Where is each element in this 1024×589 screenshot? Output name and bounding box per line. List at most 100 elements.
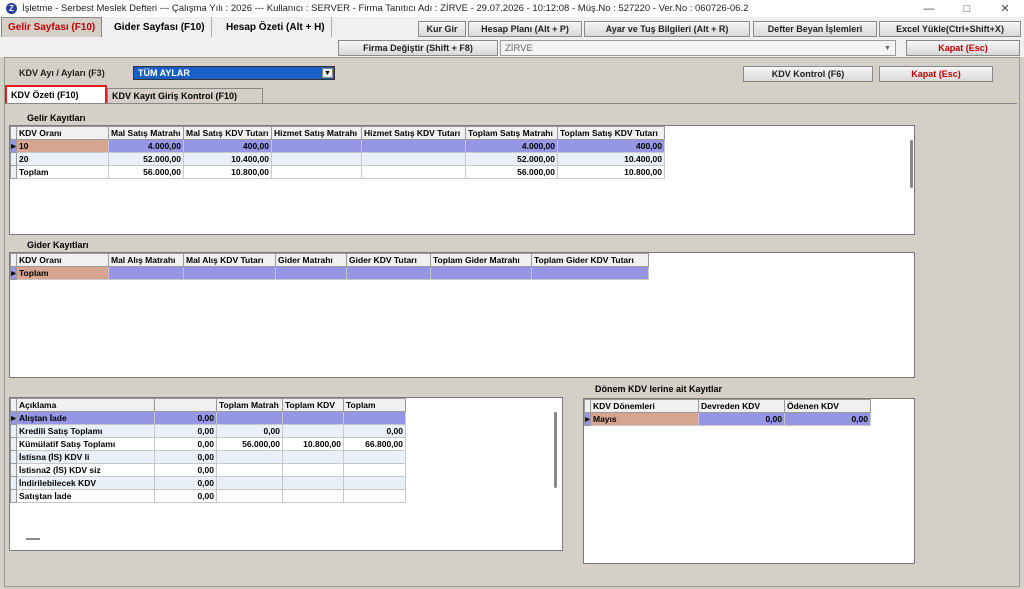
column-header[interactable]: KDV Oranı	[16, 126, 109, 140]
column-header[interactable]	[154, 398, 217, 412]
table-row[interactable]: İstisna2 (İS) KDV siz 0,00	[10, 463, 406, 477]
table-cell[interactable]	[282, 450, 344, 464]
table-cell[interactable]: 10.800,00	[282, 437, 344, 451]
table-cell[interactable]: Kredili Satış Toplamı	[16, 424, 155, 438]
donem-grid[interactable]: KDV Dönemleri Devreden KDV Ödenen KDV ▶ …	[583, 398, 915, 564]
kdv-kontrol-button[interactable]: KDV Kontrol (F6)	[743, 66, 873, 82]
table-cell[interactable]: 0,00	[154, 489, 217, 503]
ayar-tus-bilgileri-button[interactable]: Ayar ve Tuş Bilgileri (Alt + R)	[584, 21, 750, 37]
table-cell[interactable]	[361, 165, 466, 179]
table-cell[interactable]: Toplam	[16, 266, 109, 280]
table-row[interactable]: ▶ Toplam	[10, 266, 649, 280]
table-row[interactable]: Kredili Satış Toplamı 0,00 0,00 0,00	[10, 424, 406, 438]
table-cell[interactable]: Alıştan İade	[16, 411, 155, 425]
table-cell[interactable]: 0,00	[154, 411, 217, 425]
table-cell[interactable]	[275, 266, 347, 280]
table-cell[interactable]: 0,00	[784, 412, 871, 426]
table-cell[interactable]	[216, 450, 283, 464]
column-header[interactable]: Toplam Satış KDV Tutarı	[557, 126, 665, 140]
tab-gelir-sayfasi[interactable]: Gelir Sayfası (F10)	[1, 17, 103, 37]
table-cell[interactable]	[271, 165, 362, 179]
gelir-scrollbar[interactable]	[910, 140, 913, 188]
defter-beyan-button[interactable]: Defter Beyan İşlemleri	[753, 21, 877, 37]
table-row[interactable]: Toplam 56.000,00 10.800,00 56.000,00 10.…	[10, 165, 665, 179]
table-cell[interactable]: 66.800,00	[343, 437, 406, 451]
gelir-grid[interactable]: KDV Oranı Mal Satış Matrahı Mal Satış KD…	[9, 125, 915, 235]
table-cell[interactable]	[343, 450, 406, 464]
tab-kdv-kayit-giris-kontrol[interactable]: KDV Kayıt Giriş Kontrol (F10)	[107, 88, 263, 103]
column-header[interactable]: Mal Alış KDV Tutarı	[183, 253, 276, 267]
ozet-vertical-scrollbar[interactable]	[554, 412, 557, 488]
table-row[interactable]: Satıştan İade 0,00	[10, 489, 406, 503]
table-cell[interactable]: 0,00	[154, 476, 217, 490]
table-cell[interactable]	[183, 266, 276, 280]
column-header[interactable]: Toplam Gider Matrahı	[430, 253, 532, 267]
maximize-button[interactable]: □	[948, 0, 986, 17]
table-cell[interactable]: 0,00	[154, 463, 217, 477]
table-cell[interactable]	[430, 266, 532, 280]
gider-grid[interactable]: KDV Oranı Mal Alış Matrahı Mal Alış KDV …	[9, 252, 915, 378]
table-cell[interactable]	[361, 152, 466, 166]
table-cell[interactable]: 0,00	[154, 424, 217, 438]
tab-gider-sayfasi[interactable]: Gider Sayfası (F10)	[108, 17, 212, 37]
table-cell[interactable]: 56.000,00	[465, 165, 558, 179]
table-cell[interactable]	[282, 411, 344, 425]
column-header[interactable]: Açıklama	[16, 398, 155, 412]
table-row[interactable]: 20 52.000,00 10.400,00 52.000,00 10.400,…	[10, 152, 665, 166]
table-cell[interactable]: Toplam	[16, 165, 109, 179]
table-cell[interactable]	[216, 411, 283, 425]
column-header[interactable]: Toplam KDV	[282, 398, 344, 412]
table-cell[interactable]: 10.800,00	[183, 165, 272, 179]
table-cell[interactable]: İndirilebilecek KDV	[16, 476, 155, 490]
ozet-grid[interactable]: Açıklama Toplam Matrah Toplam KDV Toplam…	[9, 397, 563, 551]
column-header[interactable]: Toplam	[343, 398, 406, 412]
table-cell[interactable]	[343, 411, 406, 425]
table-cell[interactable]	[531, 266, 649, 280]
table-cell[interactable]: 56.000,00	[108, 165, 184, 179]
column-header[interactable]: Gider Matrahı	[275, 253, 347, 267]
table-cell[interactable]: Mayıs	[590, 412, 699, 426]
table-row[interactable]: ▶ Alıştan İade 0,00	[10, 411, 406, 425]
table-cell[interactable]: 56.000,00	[216, 437, 283, 451]
table-cell[interactable]: 10	[16, 139, 109, 153]
table-cell[interactable]: 0,00	[216, 424, 283, 438]
table-cell[interactable]	[271, 152, 362, 166]
month-select[interactable]: TÜM AYLAR ▼	[133, 66, 335, 80]
table-cell[interactable]	[282, 489, 344, 503]
table-row[interactable]: İstisna (İS) KDV li 0,00	[10, 450, 406, 464]
table-cell[interactable]	[282, 463, 344, 477]
table-cell[interactable]: 20	[16, 152, 109, 166]
column-header[interactable]: Mal Alış Matrahı	[108, 253, 184, 267]
table-cell[interactable]	[216, 489, 283, 503]
column-header[interactable]: KDV Dönemleri	[590, 399, 699, 413]
kur-gir-button[interactable]: Kur Gir	[418, 21, 466, 37]
column-header[interactable]: Devreden KDV	[698, 399, 785, 413]
table-cell[interactable]	[216, 463, 283, 477]
firma-select[interactable]: ZİRVE ▼	[500, 40, 896, 56]
table-cell[interactable]: Satıştan İade	[16, 489, 155, 503]
table-cell[interactable]: 0,00	[154, 437, 217, 451]
table-cell[interactable]: 400,00	[183, 139, 272, 153]
table-row[interactable]: ▶ Mayıs 0,00 0,00	[584, 412, 871, 426]
column-header[interactable]: Toplam Gider KDV Tutarı	[531, 253, 649, 267]
table-cell[interactable]: 0,00	[698, 412, 785, 426]
table-cell[interactable]: İstisna2 (İS) KDV siz	[16, 463, 155, 477]
hesap-plani-button[interactable]: Hesap Planı (Alt + P)	[468, 21, 582, 37]
close-window-button[interactable]: ✕	[986, 0, 1024, 17]
kapat-top-button[interactable]: Kapat (Esc)	[906, 40, 1020, 56]
table-cell[interactable]: 10.400,00	[183, 152, 272, 166]
table-cell[interactable]	[271, 139, 362, 153]
kapat-kdv-button[interactable]: Kapat (Esc)	[879, 66, 993, 82]
table-cell[interactable]: 0,00	[343, 424, 406, 438]
firma-degistir-button[interactable]: Firma Değiştir (Shift + F8)	[338, 40, 498, 56]
table-cell[interactable]: 4.000,00	[465, 139, 558, 153]
tab-hesap-ozeti[interactable]: Hesap Özeti (Alt + H)	[220, 17, 332, 37]
table-cell[interactable]	[346, 266, 431, 280]
table-cell[interactable]: 400,00	[557, 139, 665, 153]
table-cell[interactable]	[343, 476, 406, 490]
excel-yukle-button[interactable]: Excel Yükle(Ctrl+Shift+X)	[879, 21, 1021, 37]
table-cell[interactable]: 10.400,00	[557, 152, 665, 166]
column-header[interactable]: Mal Satış Matrahı	[108, 126, 184, 140]
table-cell[interactable]	[282, 476, 344, 490]
column-header[interactable]: Mal Satış KDV Tutarı	[183, 126, 272, 140]
